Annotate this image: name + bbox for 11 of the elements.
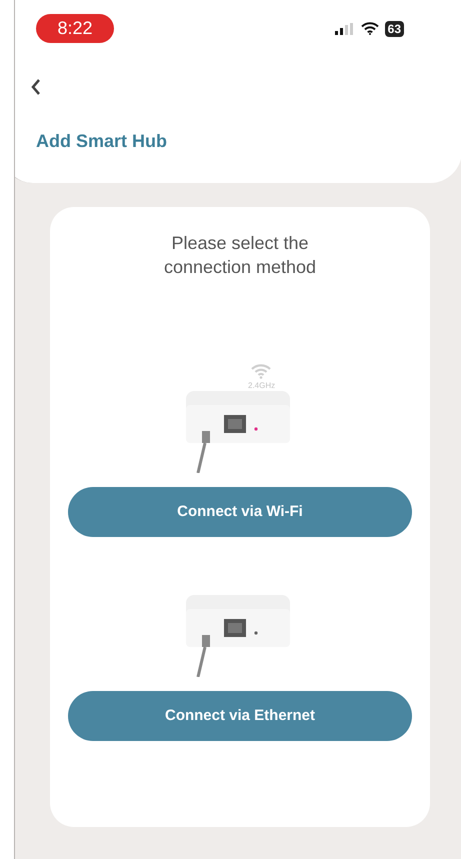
connect-button[interactable]: Connect via Wi-Fi bbox=[68, 487, 412, 537]
signal-icon bbox=[334, 22, 355, 34]
prompt-text: Please select the connection method bbox=[162, 232, 318, 279]
back-icon[interactable] bbox=[30, 78, 42, 96]
status-time: 8:22 bbox=[36, 14, 114, 43]
band-label: 2.4GHz bbox=[248, 380, 276, 392]
page-title: Add Smart Hub bbox=[36, 130, 168, 153]
wifi-icon bbox=[250, 363, 272, 379]
wifi-icon bbox=[360, 22, 379, 35]
battery-level: 63 bbox=[384, 20, 404, 36]
connect-button[interactable]: Connect via Ethernet bbox=[68, 691, 412, 741]
